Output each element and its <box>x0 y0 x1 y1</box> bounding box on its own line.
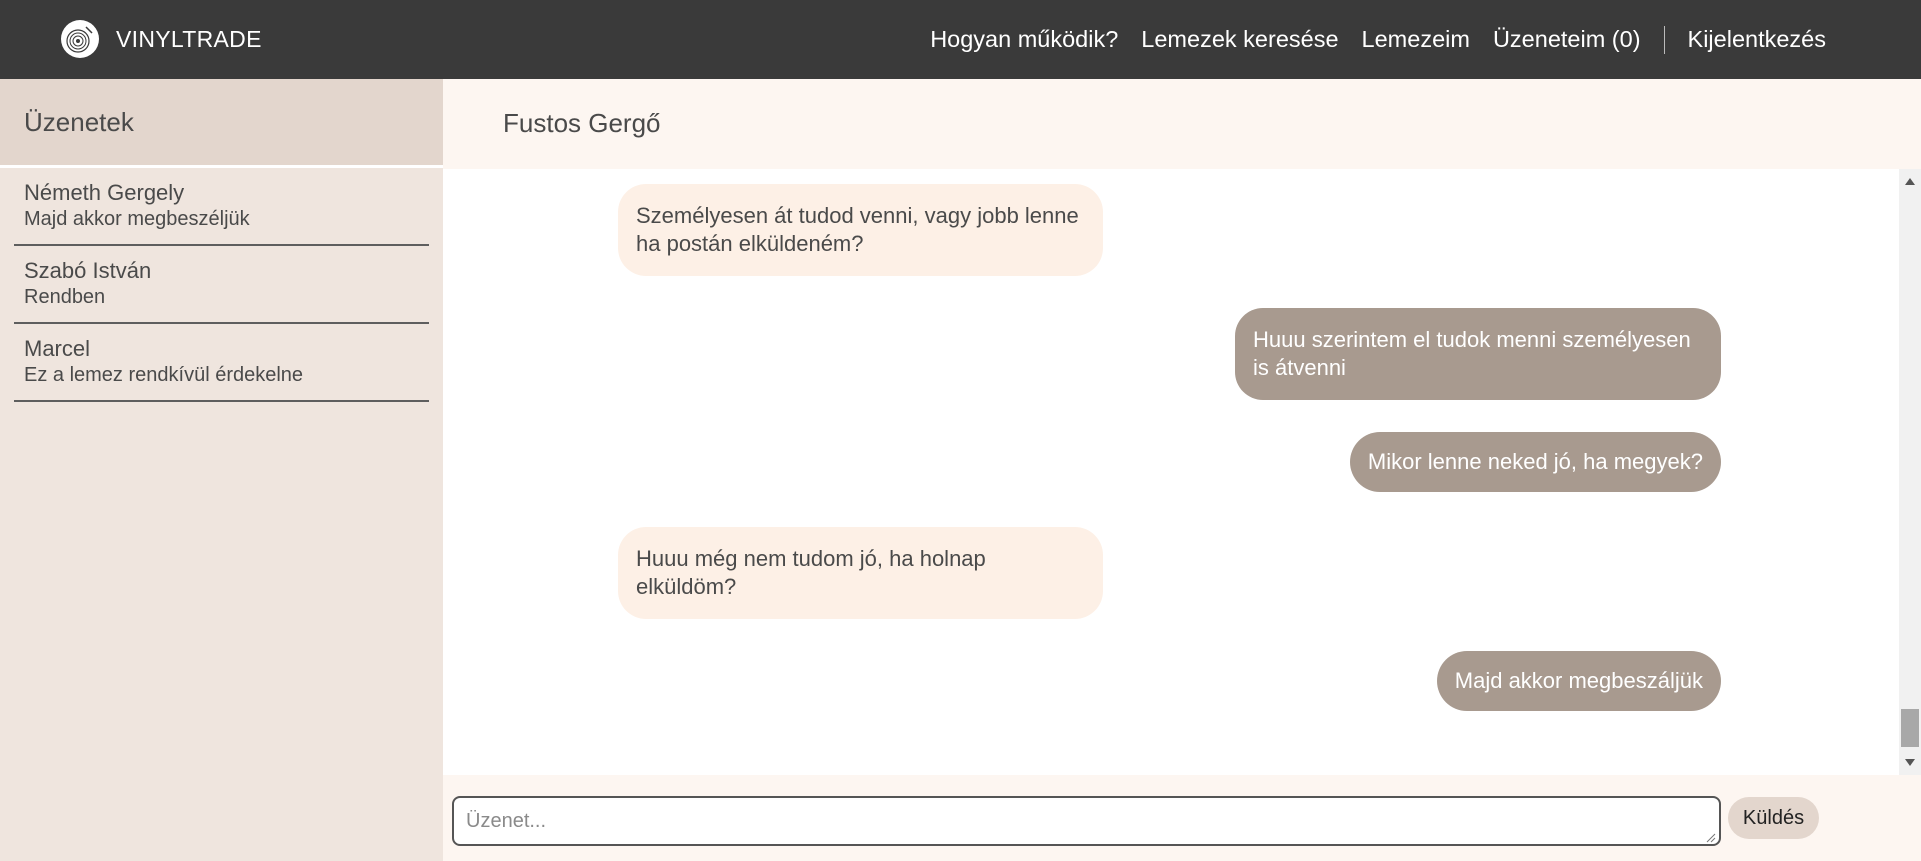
message-input[interactable] <box>452 796 1721 846</box>
message-bubble-incoming: Személyesen át tudod venni, vagy jobb le… <box>618 184 1103 276</box>
nav-my-messages[interactable]: Üzeneteim (0) <box>1493 26 1641 53</box>
nav-my-records[interactable]: Lemezeim <box>1362 26 1470 53</box>
vinyl-record-icon <box>61 20 99 58</box>
message-bubble-outgoing: Mikor lenne neked jó, ha megyek? <box>1349 432 1721 492</box>
scroll-up-arrow-icon[interactable] <box>1905 178 1915 185</box>
chat-header: Fustos Gergő <box>443 79 1921 168</box>
message-thread[interactable]: Személyesen át tudod venni, vagy jobb le… <box>443 169 1921 775</box>
message-scrollbar[interactable] <box>1899 169 1921 775</box>
conversation-item[interactable]: Németh Gergely Majd akkor megbeszéljük <box>14 168 429 246</box>
conversation-item[interactable]: Marcel Ez a lemez rendkívül érdekelne <box>14 324 429 402</box>
conversation-name: Szabó István <box>24 258 152 283</box>
chat-panel: Fustos Gergő Személyesen át tudod venni,… <box>443 79 1921 861</box>
message-bubble-outgoing: Majd akkor megbeszáljük <box>1436 651 1721 711</box>
conversation-preview: Majd akkor megbeszéljük <box>24 208 250 230</box>
conversation-preview: Ez a lemez rendkívül érdekelne <box>24 364 304 386</box>
conversation-item[interactable]: Szabó István Rendben <box>14 246 429 324</box>
message-composer: Küldés <box>443 775 1921 861</box>
sidebar-header: Üzenetek <box>0 79 443 168</box>
conversation-preview: Rendben <box>24 286 106 308</box>
conversations-sidebar: Üzenetek Németh Gergely Majd akkor megbe… <box>0 79 443 861</box>
scroll-down-arrow-icon[interactable] <box>1905 759 1915 766</box>
nav-search-records[interactable]: Lemezek keresése <box>1141 26 1338 53</box>
nav-logout[interactable]: Kijelentkezés <box>1688 26 1826 53</box>
scrollbar-thumb[interactable] <box>1901 709 1919 747</box>
nav-links: Hogyan működik? Lemezek keresése Lemezei… <box>907 0 1826 79</box>
conversation-name: Németh Gergely <box>24 180 185 205</box>
message-bubble-outgoing: Huuu szerintem el tudok menni személyese… <box>1235 308 1721 400</box>
conversation-name: Marcel <box>24 336 91 361</box>
chat-partner-name: Fustos Gergő <box>503 108 661 138</box>
nav-divider <box>1663 25 1665 54</box>
nav-how-it-works[interactable]: Hogyan működik? <box>930 26 1118 53</box>
message-bubble-incoming: Huuu még nem tudom jó, ha holnap elküldö… <box>618 527 1103 619</box>
brand-name: VINYLTRADE <box>116 25 262 52</box>
sidebar-title: Üzenetek <box>24 106 134 137</box>
send-button[interactable]: Küldés <box>1728 797 1819 839</box>
top-navbar: VINYLTRADE Hogyan működik? Lemezek keres… <box>0 0 1921 79</box>
brand-logo-link[interactable]: VINYLTRADE <box>60 19 262 59</box>
resize-grip-icon[interactable] <box>1706 833 1716 843</box>
conversation-list: Németh Gergely Majd akkor megbeszéljük S… <box>0 168 443 402</box>
